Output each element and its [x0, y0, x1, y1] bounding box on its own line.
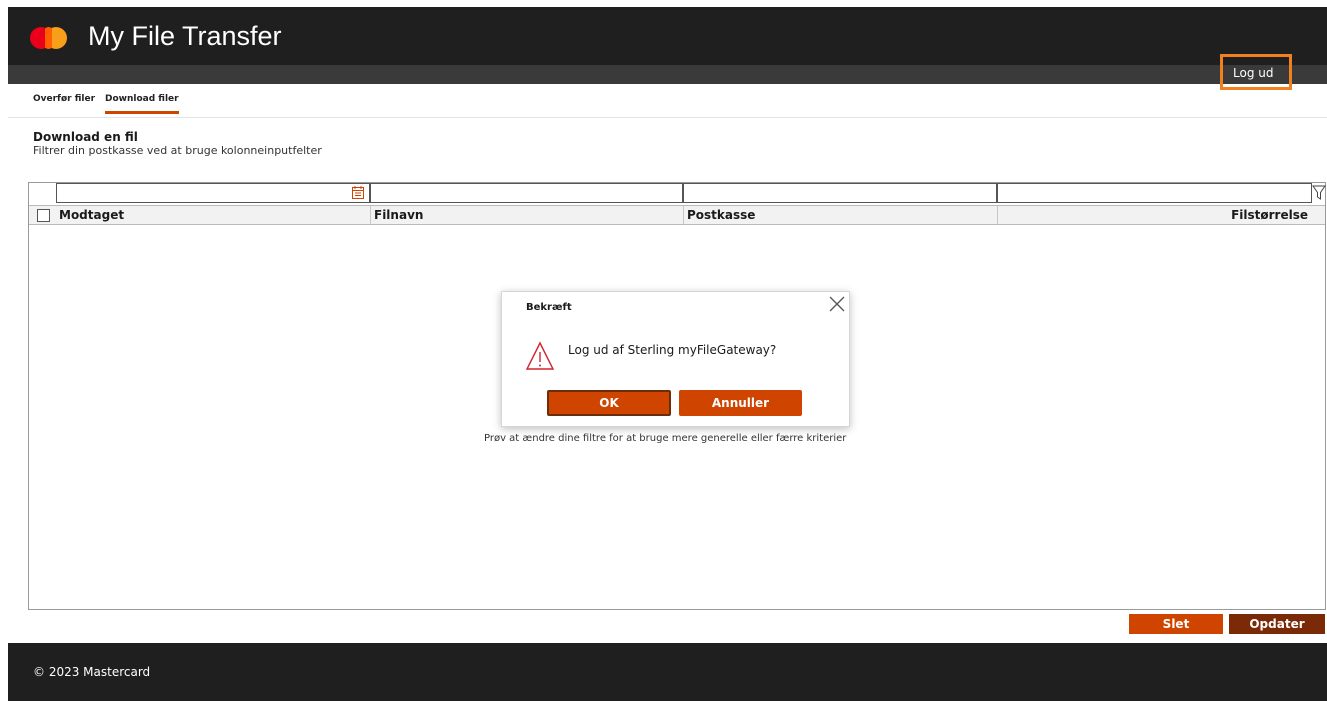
sub-bar	[8, 65, 1327, 84]
confirm-dialog: Bekræft Log ud af Sterling myFileGateway…	[501, 291, 850, 427]
calendar-icon[interactable]	[352, 186, 364, 199]
refresh-button[interactable]: Opdater	[1229, 614, 1325, 634]
close-icon[interactable]	[827, 294, 847, 314]
logout-label: Log ud	[1233, 66, 1274, 80]
filename-filter-input[interactable]	[370, 183, 683, 203]
column-header-filename[interactable]: Filnavn	[370, 206, 683, 224]
app-frame: My File Transfer Log ud Overfør filer Do…	[8, 7, 1327, 701]
select-all-checkbox[interactable]	[37, 209, 50, 222]
mailbox-filter-input[interactable]	[683, 183, 997, 203]
mastercard-logo-icon	[30, 27, 72, 49]
warning-icon	[525, 341, 555, 370]
filter-icon[interactable]	[1312, 185, 1326, 201]
app-title: My File Transfer	[88, 21, 282, 51]
copyright-text: © 2023 Mastercard	[33, 665, 151, 679]
column-header-filesize[interactable]: Filstørrelse	[997, 206, 1312, 224]
page-subtitle: Filtrer din postkasse ved at bruge kolon…	[33, 144, 322, 157]
tab-bar: Overfør filer Download filer	[8, 85, 1327, 118]
dialog-title: Bekræft	[526, 302, 572, 313]
table-header: Modtaget Filnavn Postkasse Filstørrelse	[29, 205, 1325, 225]
ok-button[interactable]: OK	[547, 390, 671, 416]
cancel-button[interactable]: Annuller	[679, 390, 802, 416]
page-title: Download en fil	[33, 130, 138, 144]
empty-state-hint: Prøv at ændre dine filtre for at bruge m…	[484, 433, 847, 444]
tab-upload-files[interactable]: Overfør filer	[33, 94, 95, 111]
delete-button[interactable]: Slet	[1129, 614, 1223, 634]
received-filter-input[interactable]	[56, 183, 370, 203]
tab-download-files[interactable]: Download filer	[105, 94, 179, 114]
filter-row	[29, 183, 1326, 205]
filesize-filter-input[interactable]	[997, 183, 1312, 203]
dialog-message: Log ud af Sterling myFileGateway?	[568, 343, 777, 357]
top-bar: My File Transfer	[8, 7, 1327, 65]
column-header-received[interactable]: Modtaget	[56, 206, 370, 224]
footer: © 2023 Mastercard	[8, 643, 1327, 701]
column-header-mailbox[interactable]: Postkasse	[683, 206, 997, 224]
